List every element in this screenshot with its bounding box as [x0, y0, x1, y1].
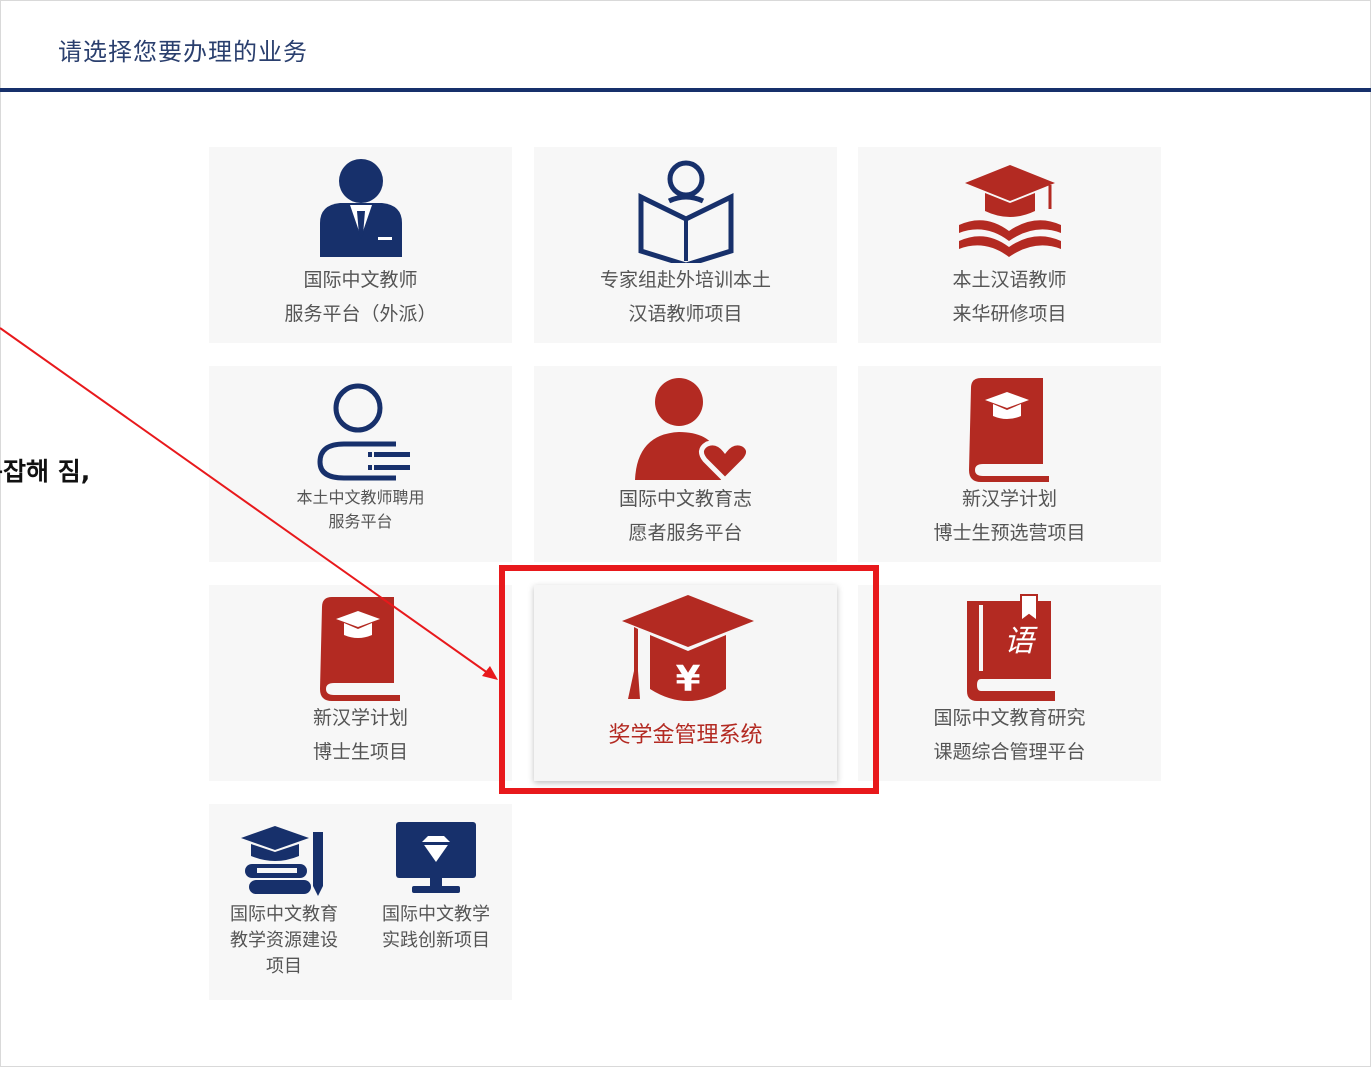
annotation-arrow: [0, 327, 498, 680]
